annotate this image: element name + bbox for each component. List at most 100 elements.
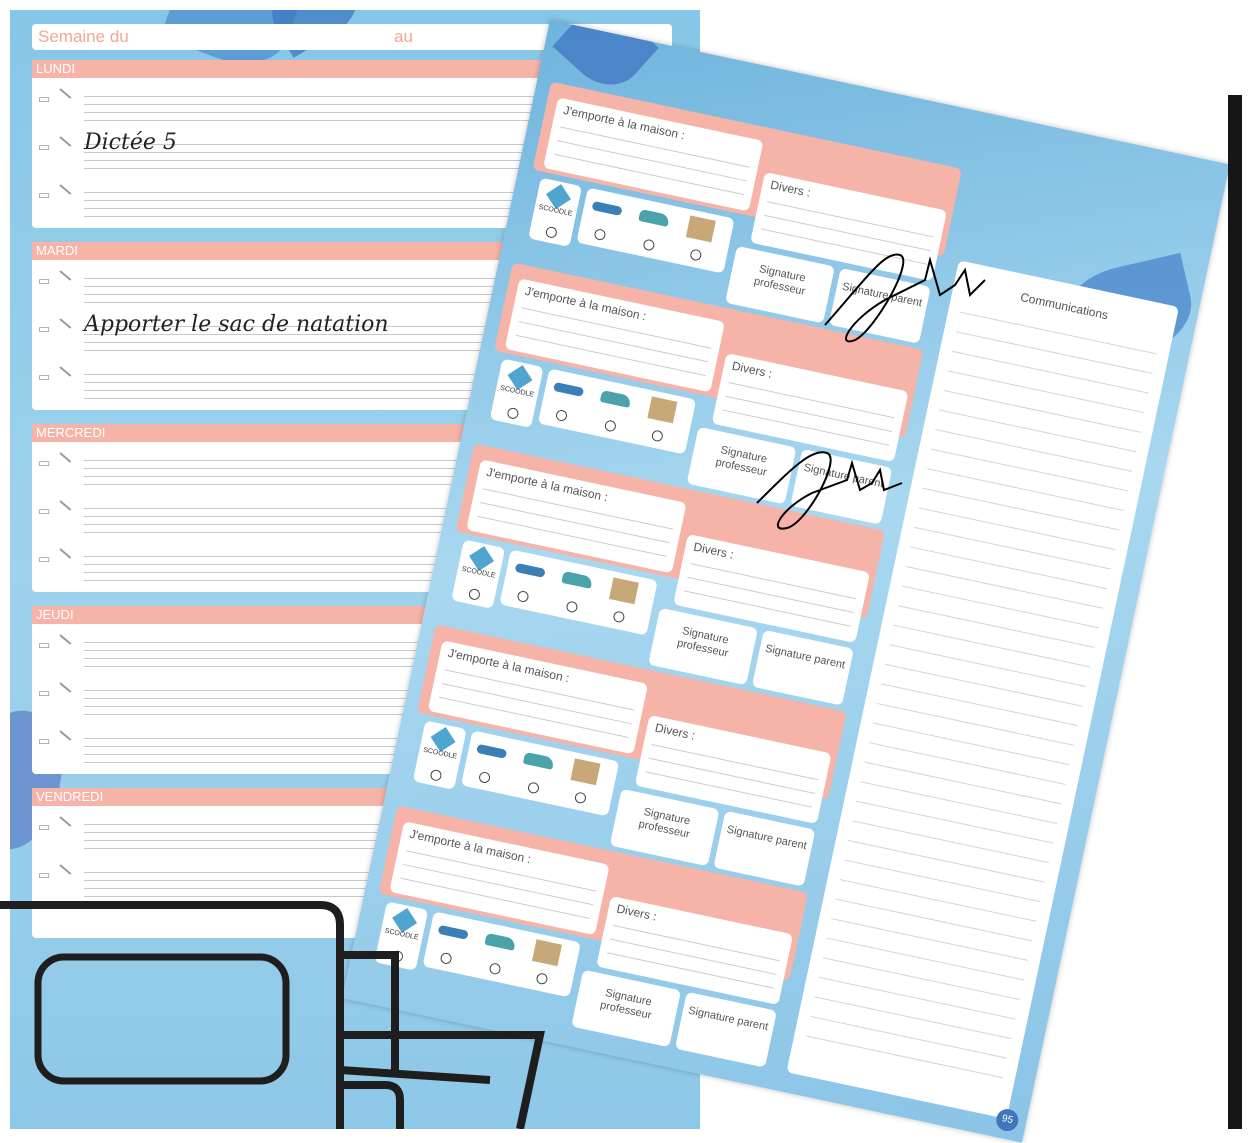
pencil-icon	[59, 816, 72, 827]
ruled-line	[943, 389, 1141, 433]
ruled-line	[876, 702, 1074, 746]
ruled-line	[918, 507, 1116, 551]
checkbox[interactable]	[478, 770, 492, 784]
book-icon: ▭	[38, 91, 51, 106]
book-icon: ▭	[38, 369, 51, 384]
ruled-line	[822, 957, 1020, 1001]
ruled-line	[843, 859, 1041, 903]
envelope-icon	[685, 215, 716, 243]
homework-entry: Apporter le sac de natation	[84, 312, 389, 337]
envelope-icon	[647, 396, 678, 424]
ruled-line	[864, 761, 1062, 805]
checkbox[interactable]	[526, 781, 541, 795]
book-icon: ▭	[38, 321, 51, 336]
book-icon: ▭	[38, 867, 51, 882]
pencil-icon	[59, 500, 72, 511]
checkbox[interactable]	[544, 225, 558, 239]
ruled-line	[806, 1035, 1004, 1079]
sneakers-icon	[561, 570, 594, 589]
goggles-icon	[476, 743, 508, 759]
ruled-line	[860, 781, 1058, 824]
book-icon: ▭	[38, 273, 51, 288]
week-label: Semaine du	[38, 27, 129, 46]
book-icon: ▭	[38, 551, 51, 566]
goggles-icon	[552, 381, 585, 397]
checkbox[interactable]	[565, 600, 579, 614]
pencil-icon	[59, 184, 72, 195]
checkbox[interactable]	[554, 409, 569, 423]
checkbox[interactable]	[467, 587, 481, 601]
ruled-line	[881, 683, 1078, 727]
ruled-line	[922, 487, 1120, 531]
ruled-line	[931, 448, 1128, 492]
ruled-line	[910, 546, 1108, 590]
ruled-line	[926, 468, 1124, 511]
checkbox[interactable]	[603, 419, 617, 433]
pencil-icon	[59, 730, 72, 741]
book-icon: ▭	[38, 819, 51, 834]
checkbox[interactable]	[642, 238, 656, 252]
book-icon: ▭	[38, 455, 51, 470]
goggles-icon	[514, 562, 546, 578]
pencil-icon	[59, 366, 72, 377]
goggles-icon	[591, 200, 623, 217]
ruled-line	[810, 1015, 1008, 1059]
pencil-icon	[59, 548, 72, 559]
teacher-signature-box[interactable]: Signature professeur	[571, 969, 682, 1048]
ruled-line	[835, 898, 1033, 942]
pencil-icon	[59, 88, 72, 99]
week-to-label: au	[394, 27, 413, 46]
envelope-icon	[608, 577, 639, 605]
ruled-line	[951, 350, 1149, 394]
checkbox[interactable]	[650, 429, 664, 443]
sneakers-icon	[522, 751, 555, 770]
checkbox[interactable]	[429, 768, 443, 782]
book-icon: ▭	[38, 685, 51, 700]
scoodle-box: SCOODLE	[528, 177, 583, 247]
ruled-line	[851, 820, 1049, 864]
checkbox[interactable]	[573, 791, 587, 805]
checkbox[interactable]	[612, 610, 626, 624]
pencil-icon	[59, 318, 72, 329]
ruled-line	[914, 526, 1112, 570]
pencil-icon	[59, 864, 72, 875]
ruled-line	[947, 370, 1145, 414]
pencil-icon	[59, 452, 72, 463]
sneakers-icon	[599, 389, 632, 408]
ruled-line	[827, 937, 1024, 981]
book-icon: ▭	[38, 733, 51, 748]
ruled-line	[839, 879, 1037, 922]
ruled-line	[885, 663, 1083, 707]
ruled-line	[893, 624, 1091, 668]
book-icon: ▭	[38, 637, 51, 652]
scoodle-box: SCOODLE	[451, 539, 506, 609]
ruled-line	[831, 918, 1029, 961]
pencil-icon	[59, 682, 72, 693]
pencil-icon	[59, 634, 72, 645]
sneakers-icon	[638, 208, 671, 227]
id-card-outline-icon	[0, 901, 545, 1129]
binder-edge	[1228, 95, 1242, 1129]
ruled-line	[872, 722, 1070, 766]
checkbox[interactable]	[593, 228, 607, 242]
checkbox[interactable]	[506, 406, 520, 420]
checkbox[interactable]	[689, 248, 703, 262]
pencil-icon	[59, 136, 72, 147]
book-icon: ▭	[38, 187, 51, 202]
signature-mark	[824, 253, 986, 343]
book-icon: ▭	[38, 503, 51, 518]
homework-entry: Dictée 5	[84, 130, 177, 155]
pencil-icon	[59, 270, 72, 281]
ruled-line	[868, 742, 1066, 785]
ruled-line	[897, 605, 1095, 648]
envelope-icon	[570, 758, 601, 786]
ruled-line	[889, 644, 1087, 688]
scoodle-box: SCOODLE	[489, 358, 544, 428]
ruled-line	[901, 585, 1099, 629]
ruled-line	[906, 566, 1103, 609]
parent-signature-box[interactable]: Signature parent	[674, 991, 777, 1068]
scoodle-box: SCOODLE	[412, 720, 467, 790]
ruled-line	[847, 839, 1045, 883]
signature-mark	[756, 451, 903, 530]
checkbox[interactable]	[516, 589, 530, 604]
